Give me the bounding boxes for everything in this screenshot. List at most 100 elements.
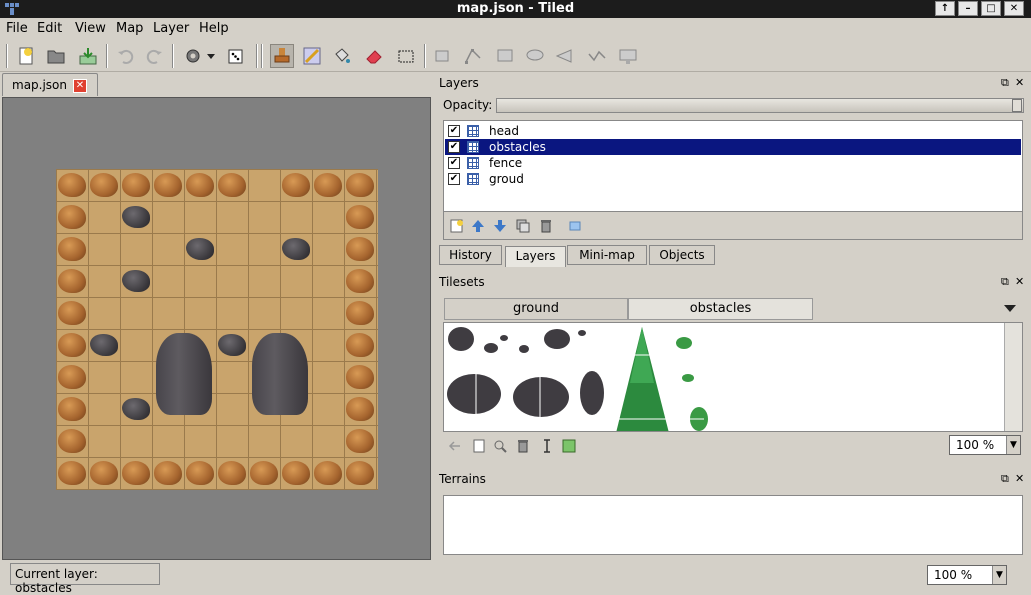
menu-layer[interactable]: Layer <box>153 21 189 36</box>
layer-name: head <box>489 124 519 138</box>
tab-map-json-label: map.json <box>12 78 68 92</box>
menu-view[interactable]: View <box>75 21 106 36</box>
tile-layer-icon <box>467 125 479 137</box>
tab-tileset-ground[interactable]: ground <box>444 298 628 320</box>
toolbar-grip <box>256 44 258 68</box>
tileset-scrollbar[interactable] <box>1004 323 1022 431</box>
chevron-down-icon[interactable]: ▼ <box>1006 436 1020 454</box>
layer-visibility-checkbox[interactable]: ✔ <box>448 141 460 153</box>
random-dice-icon[interactable] <box>224 44 248 68</box>
insert-tile-icon[interactable] <box>616 44 640 68</box>
delete-layer-icon[interactable] <box>537 217 555 235</box>
fence-rock <box>58 301 86 325</box>
close-dock-icon[interactable]: ✕ <box>1015 76 1024 89</box>
import-tileset-icon[interactable] <box>470 437 488 455</box>
float-dock-icon[interactable]: ⧉ <box>1001 275 1009 289</box>
chevron-down-icon[interactable]: ▼ <box>992 566 1006 584</box>
menu-help[interactable]: Help <box>199 21 229 36</box>
stamp-brush-icon[interactable] <box>270 44 294 68</box>
float-dock-icon[interactable]: ⧉ <box>1001 472 1009 486</box>
fence-rock <box>186 461 214 485</box>
obstacle-stone <box>122 398 150 420</box>
maximize-button[interactable]: □ <box>981 1 1001 16</box>
toolbar-grip <box>6 44 8 68</box>
map-canvas[interactable] <box>2 97 431 560</box>
layers-dock-header: Layers ⧉ ✕ <box>437 74 1029 92</box>
tileset-image[interactable] <box>444 323 1023 432</box>
main-toolbar <box>0 40 1031 72</box>
tab-layers[interactable]: Layers <box>505 246 566 267</box>
close-dock-icon[interactable]: ✕ <box>1015 275 1024 288</box>
new-file-icon[interactable] <box>14 44 38 68</box>
opacity-slider-handle[interactable] <box>1012 99 1022 112</box>
layer-row-obstacles[interactable]: ✔ obstacles <box>445 139 1021 155</box>
insert-polygon-icon[interactable] <box>553 44 577 68</box>
layer-row-fence[interactable]: ✔ fence <box>445 155 1021 171</box>
fence-rock <box>346 237 374 261</box>
select-objects-icon[interactable] <box>431 44 455 68</box>
float-dock-icon[interactable]: ⧉ <box>1001 76 1009 90</box>
layer-row-head[interactable]: ✔ head <box>445 123 1021 139</box>
layer-visibility-checkbox[interactable]: ✔ <box>448 173 460 185</box>
insert-rectangle-icon[interactable] <box>493 44 517 68</box>
tile-map[interactable] <box>56 169 378 490</box>
save-icon[interactable] <box>76 44 100 68</box>
obstacle-stone <box>90 334 118 356</box>
insert-polyline-icon[interactable] <box>585 44 609 68</box>
minimize-button[interactable]: – <box>958 1 978 16</box>
chevron-down-icon[interactable] <box>204 44 218 68</box>
layer-visibility-checkbox[interactable]: ✔ <box>448 157 460 169</box>
layer-visibility-checkbox[interactable]: ✔ <box>448 125 460 137</box>
edit-tile-collision-icon[interactable] <box>560 437 578 455</box>
close-dock-icon[interactable]: ✕ <box>1015 472 1024 485</box>
close-tab-icon[interactable]: ✕ <box>73 79 87 93</box>
menu-map[interactable]: Map <box>116 21 143 36</box>
tileset-menu-chevron-icon[interactable] <box>1003 302 1017 316</box>
tab-history[interactable]: History <box>439 245 502 265</box>
layer-row-groud[interactable]: ✔ groud <box>445 171 1021 187</box>
toggle-other-layers-icon[interactable] <box>566 217 584 235</box>
gear-icon[interactable] <box>181 44 205 68</box>
bucket-fill-icon[interactable] <box>330 44 354 68</box>
tab-objects[interactable]: Objects <box>649 245 715 265</box>
raise-layer-icon[interactable] <box>469 217 487 235</box>
window-up-button[interactable]: ↑ <box>935 1 955 16</box>
tileset-zoom-select[interactable]: 100 % ▼ <box>949 435 1021 455</box>
tileset-properties-icon[interactable] <box>491 437 509 455</box>
rectangle-select-icon[interactable] <box>394 44 418 68</box>
tileset-view[interactable] <box>443 322 1023 432</box>
menu-file[interactable]: File <box>6 21 28 36</box>
fence-rock <box>346 205 374 229</box>
eraser-icon[interactable] <box>362 44 386 68</box>
obstacle-stone <box>186 238 214 260</box>
lower-layer-icon[interactable] <box>491 217 509 235</box>
edit-terrain-icon[interactable] <box>538 437 556 455</box>
window-title: map.json - Tiled <box>456 1 575 16</box>
redo-icon[interactable] <box>142 44 166 68</box>
toolbar-separator <box>172 44 174 68</box>
map-zoom-select[interactable]: 100 % ▼ <box>927 565 1007 585</box>
undo-icon[interactable] <box>114 44 138 68</box>
menu-bar: File Edit View Map Layer Help <box>0 18 1031 40</box>
tile-layer-icon <box>467 173 479 185</box>
toolbar-separator <box>106 44 108 68</box>
new-tileset-icon[interactable] <box>447 437 465 455</box>
terrains-view[interactable] <box>443 495 1023 555</box>
delete-tileset-icon[interactable] <box>514 437 532 455</box>
insert-ellipse-icon[interactable] <box>523 44 547 68</box>
menu-edit[interactable]: Edit <box>37 21 62 36</box>
tileset-toolbar: 100 % ▼ <box>443 432 1023 458</box>
tab-mini-map[interactable]: Mini-map <box>567 245 647 265</box>
new-layer-icon[interactable] <box>448 217 466 235</box>
terrain-brush-icon[interactable] <box>300 44 324 68</box>
duplicate-layer-icon[interactable] <box>514 217 532 235</box>
opacity-slider[interactable] <box>496 98 1024 113</box>
fence-rock <box>346 397 374 421</box>
open-folder-icon[interactable] <box>44 44 68 68</box>
tileset-tabs: ground obstacles <box>443 298 1023 320</box>
close-window-button[interactable]: ✕ <box>1004 1 1024 16</box>
fence-rock <box>58 205 86 229</box>
tab-map-json[interactable]: map.json ✕ <box>2 73 98 96</box>
edit-polygons-icon[interactable] <box>461 44 485 68</box>
tab-tileset-obstacles[interactable]: obstacles <box>628 298 813 320</box>
